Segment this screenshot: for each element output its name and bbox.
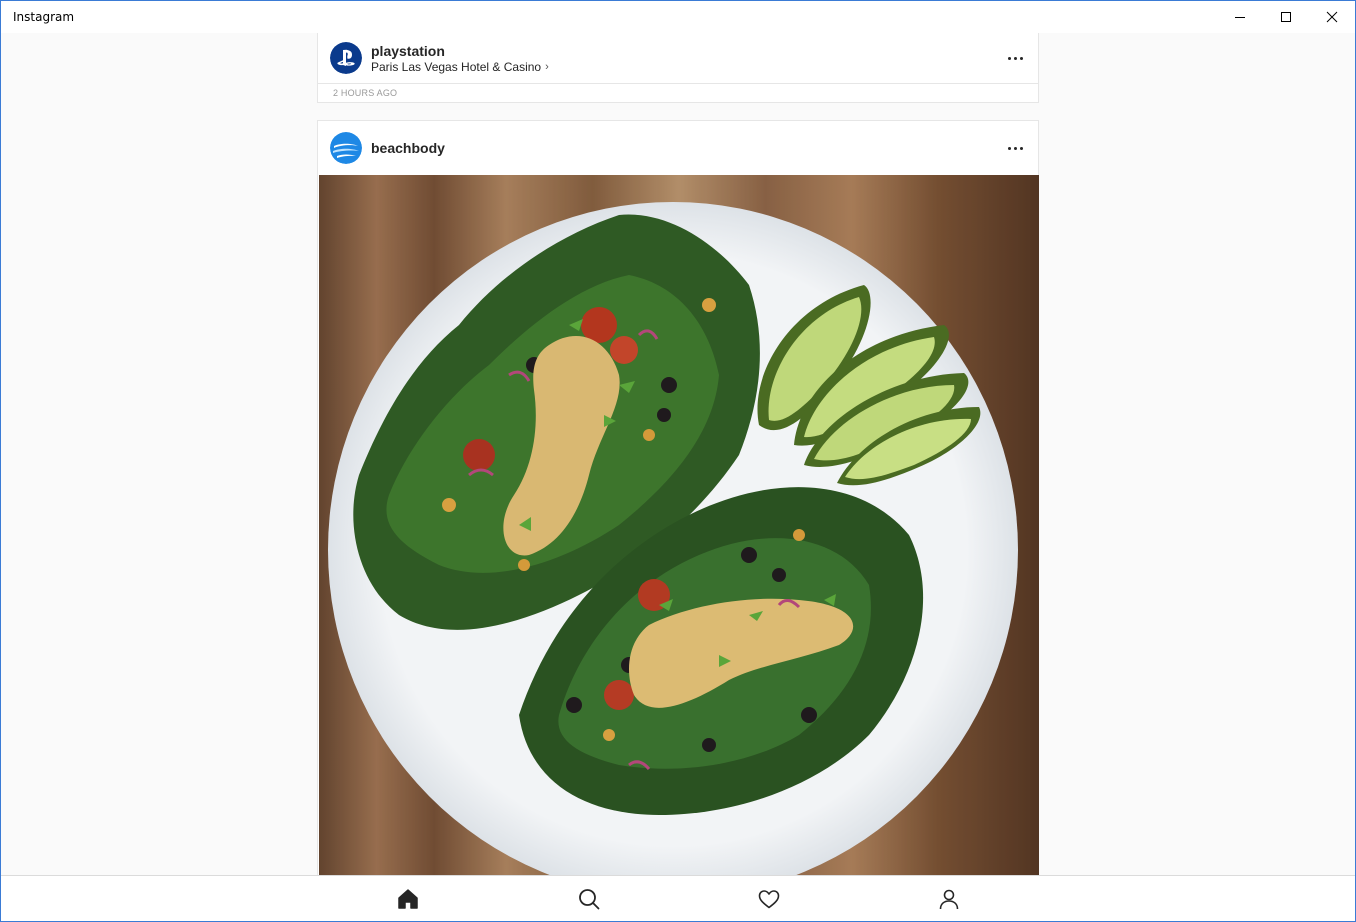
post-more-button[interactable] xyxy=(1004,137,1026,159)
window-titlebar: Instagram xyxy=(1,1,1355,33)
post-location-label: Paris Las Vegas Hotel & Casino xyxy=(371,59,542,74)
avatar[interactable] xyxy=(330,132,362,164)
maximize-button[interactable] xyxy=(1263,1,1309,33)
nav-activity-button[interactable] xyxy=(739,876,799,922)
post-username[interactable]: beachbody xyxy=(371,140,445,156)
nav-home-button[interactable] xyxy=(378,876,438,922)
more-options-icon xyxy=(1007,56,1023,60)
close-icon xyxy=(1326,11,1338,23)
post-header: playstation Paris Las Vegas Hotel & Casi… xyxy=(318,33,1038,85)
heart-icon xyxy=(758,890,780,909)
playstation-logo-icon xyxy=(330,42,362,74)
nav-profile-button[interactable] xyxy=(919,876,979,922)
post-card: playstation Paris Las Vegas Hotel & Casi… xyxy=(317,33,1039,103)
post-image[interactable] xyxy=(319,175,1039,875)
post-more-button[interactable] xyxy=(1004,47,1026,69)
more-options-icon xyxy=(1007,146,1023,150)
minimize-button[interactable] xyxy=(1217,1,1263,33)
post-location[interactable]: Paris Las Vegas Hotel & Casino › xyxy=(371,60,549,74)
post-card: beachbody xyxy=(317,120,1039,875)
profile-icon xyxy=(939,889,959,910)
post-timestamp: 2 HOURS AGO xyxy=(318,83,1038,101)
window-title: Instagram xyxy=(13,10,75,24)
maximize-icon xyxy=(1281,12,1291,22)
feed[interactable]: playstation Paris Las Vegas Hotel & Casi… xyxy=(1,33,1355,875)
post-header: beachbody xyxy=(318,121,1038,175)
bottom-nav xyxy=(1,875,1355,921)
minimize-icon xyxy=(1235,17,1245,18)
chevron-right-icon: › xyxy=(545,60,549,73)
avatar[interactable] xyxy=(330,42,362,74)
search-icon xyxy=(579,889,600,910)
beachbody-logo-icon xyxy=(330,132,362,164)
close-button[interactable] xyxy=(1309,1,1355,33)
home-icon xyxy=(398,889,418,909)
food-plate-photo xyxy=(319,175,1039,875)
nav-search-button[interactable] xyxy=(559,876,619,922)
post-username[interactable]: playstation xyxy=(371,43,549,59)
